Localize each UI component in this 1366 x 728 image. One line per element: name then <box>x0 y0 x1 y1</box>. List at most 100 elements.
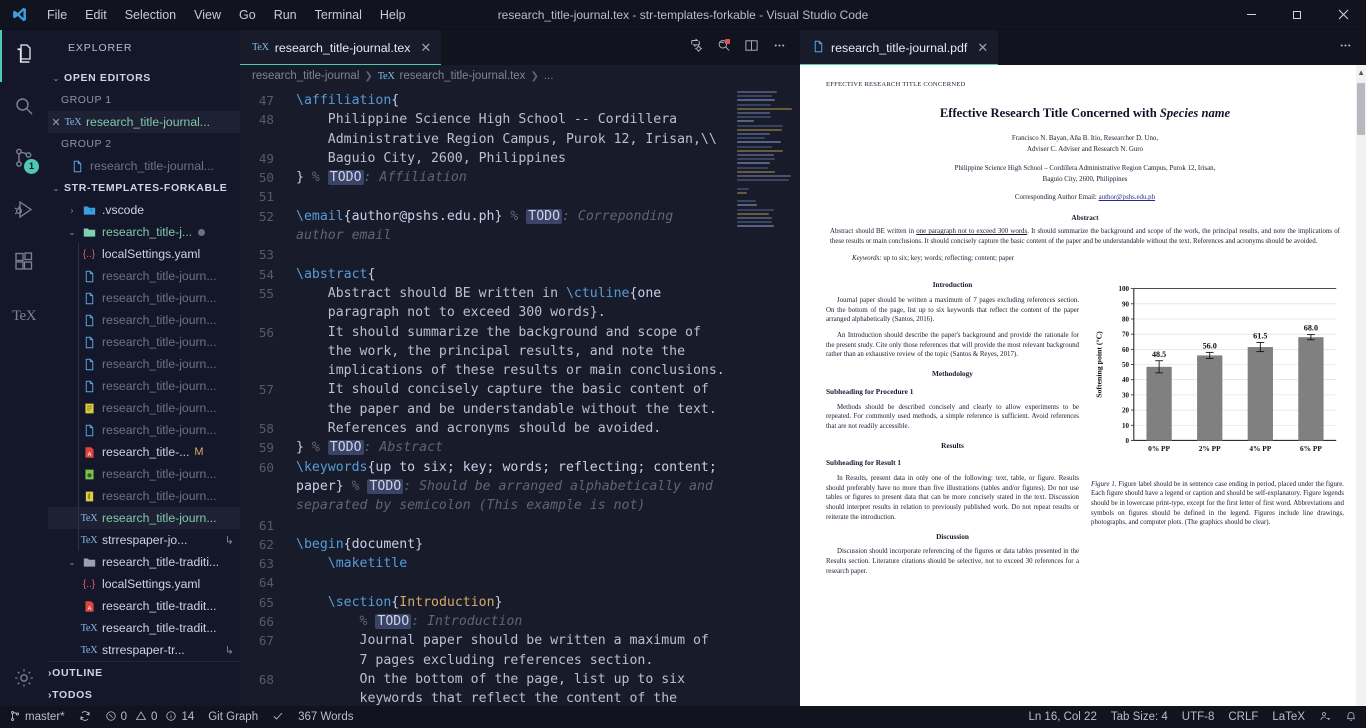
code-line[interactable]: 57 It should concisely capture the basic… <box>240 380 734 399</box>
open-editor-pdf[interactable]: research_title-journal... <box>48 155 240 177</box>
code-line[interactable]: implications of these results or main co… <box>240 361 734 380</box>
list-item[interactable]: research_title-journ... <box>48 353 240 375</box>
list-item[interactable]: research_title-journ... <box>48 375 240 397</box>
line-text[interactable]: Journal paper should be written a maximu… <box>292 631 734 650</box>
list-item[interactable]: TeX research_title-tradit... <box>48 617 240 639</box>
section-todos[interactable]: › TODOS <box>48 684 240 706</box>
code-line[interactable]: 62 \begin{document} <box>240 535 734 554</box>
status-notifications[interactable] <box>1338 706 1364 728</box>
breadcrumb-file[interactable]: research_title-journal.tex <box>400 70 526 82</box>
status-encoding[interactable]: UTF-8 <box>1175 706 1222 728</box>
line-text[interactable]: } % TODO: Affiliation <box>292 168 734 187</box>
window-controls[interactable] <box>1228 0 1366 30</box>
line-text[interactable]: On the bottom of the page, list up to si… <box>292 670 734 689</box>
list-item[interactable]: research_title-journ... <box>48 331 240 353</box>
tab-research-title-journal-pdf[interactable]: research_title-journal.pdf ✕ <box>800 30 999 65</box>
code-line[interactable]: 56 It should summarize the background an… <box>240 323 734 342</box>
line-text[interactable]: separated by semicolon (This example is … <box>292 496 734 515</box>
line-text[interactable]: paper} % TODO: Should be arranged alphab… <box>292 477 734 496</box>
pdf-more-actions-button[interactable] <box>1332 30 1358 65</box>
code-line[interactable]: 59} % TODO: Abstract <box>240 438 734 457</box>
line-text[interactable]: the paper and be understandable without … <box>292 400 734 419</box>
status-eol[interactable]: CRLF <box>1221 706 1265 728</box>
menu-file[interactable]: File <box>38 4 76 26</box>
menu-bar[interactable]: File Edit Selection View Go Run Terminal… <box>38 4 415 26</box>
status-cursor-position[interactable]: Ln 16, Col 22 <box>1021 706 1103 728</box>
line-text[interactable]: It should concisely capture the basic co… <box>292 380 734 399</box>
status-problems[interactable]: 0 0 14 <box>98 706 202 728</box>
list-item[interactable]: research_title-journ... <box>48 485 240 507</box>
line-text[interactable]: \keywords{up to six; key; words; reflect… <box>292 458 734 477</box>
menu-help[interactable]: Help <box>371 4 415 26</box>
section-workspace[interactable]: ⌄ STR-TEMPLATES-FORKABLE <box>48 177 240 199</box>
menu-go[interactable]: Go <box>230 4 265 26</box>
code-line[interactable]: 54 \abstract{ <box>240 265 734 284</box>
line-text[interactable]: References and acronyms should be avoide… <box>292 419 734 438</box>
breadcrumb[interactable]: research_title-journal ❯ TeX research_ti… <box>240 65 800 87</box>
minimize-button[interactable] <box>1228 0 1274 30</box>
status-git-graph[interactable]: Git Graph <box>201 706 265 728</box>
code-line[interactable]: 51 <box>240 187 734 206</box>
code-line[interactable]: 52 \email{author@pshs.edu.ph} % TODO: Cor… <box>240 207 734 226</box>
open-editor-tex[interactable]: ✕ TeX research_title-journal... <box>48 111 240 133</box>
minimap[interactable] <box>734 87 800 706</box>
tree-item-research-journal-folder[interactable]: ⌄ research_title-j... <box>48 221 240 243</box>
pdf-viewer[interactable]: EFFECTIVE RESEARCH TITLE CONCERNED Effec… <box>800 65 1366 706</box>
list-item[interactable]: research_title-journ... <box>48 397 240 419</box>
code-line[interactable]: paper} % TODO: Should be arranged alphab… <box>240 477 734 496</box>
list-item[interactable]: {..} localSettings.yaml <box>48 573 240 595</box>
code-line[interactable]: 7 pages excluding references section. <box>240 651 734 670</box>
line-text[interactable]: \email{author@pshs.edu.ph} % TODO: Corre… <box>292 207 734 226</box>
line-text[interactable]: paragraph not to exceed 300 words}. <box>292 303 734 322</box>
code-line[interactable]: 64 <box>240 573 734 592</box>
line-text[interactable] <box>292 187 734 206</box>
code-scroll-region[interactable]: 47 \affiliation{48 Philippine Science Hig… <box>240 87 734 706</box>
status-check[interactable] <box>265 706 291 728</box>
status-branch[interactable]: master* <box>2 706 72 728</box>
build-latex-project-button[interactable] <box>682 30 708 65</box>
tab-research-title-journal-tex[interactable]: TeX research_title-journal.tex ✕ <box>240 30 442 65</box>
code-line[interactable]: 66 % TODO: Introduction <box>240 612 734 631</box>
code-line[interactable]: 55 Abstract should BE written in \ctulin… <box>240 284 734 303</box>
activity-latex[interactable]: TeX <box>0 290 48 342</box>
activity-explorer[interactable] <box>0 30 48 82</box>
activity-search[interactable] <box>0 82 48 134</box>
close-icon[interactable]: ✕ <box>48 116 64 129</box>
code-line[interactable]: 58 References and acronyms should be avo… <box>240 419 734 438</box>
activity-source-control[interactable]: 1 <box>0 134 48 186</box>
email-link[interactable]: author@pshs.edu.ph <box>1099 194 1156 201</box>
line-text[interactable]: \begin{document} <box>292 535 734 554</box>
breadcrumb-more[interactable]: ... <box>544 70 554 82</box>
menu-terminal[interactable]: Terminal <box>306 4 371 26</box>
code-line[interactable]: Administrative Region Campus, Purok 12, … <box>240 130 734 149</box>
line-text[interactable]: Baguio City, 2600, Philippines <box>292 149 734 168</box>
code-line[interactable]: 50} % TODO: Affiliation <box>240 168 734 187</box>
code-line[interactable]: the paper and be understandable without … <box>240 400 734 419</box>
list-item-pdf[interactable]: A research_title-... M <box>48 441 240 463</box>
pdf-scroll-thumb[interactable] <box>1357 83 1365 135</box>
line-text[interactable]: \maketitle <box>292 554 734 573</box>
code-editor[interactable]: 47 \affiliation{48 Philippine Science Hig… <box>240 87 800 706</box>
code-line[interactable]: 65 \section{Introduction} <box>240 593 734 612</box>
activity-settings[interactable] <box>0 654 48 706</box>
line-text[interactable]: the work, the principal results, and not… <box>292 342 734 361</box>
line-text[interactable]: author email <box>292 226 734 245</box>
line-text[interactable]: keywords that reflect the content of the <box>292 689 734 706</box>
list-item[interactable]: research_title-journ... <box>48 265 240 287</box>
code-line[interactable]: the work, the principal results, and not… <box>240 342 734 361</box>
code-line[interactable]: 60 \keywords{up to six; key; words; refle… <box>240 458 734 477</box>
status-sync[interactable] <box>72 706 98 728</box>
list-item[interactable]: TeX strrespaper-tr... ↳ <box>48 639 240 661</box>
code-line[interactable]: separated by semicolon (This example is … <box>240 496 734 515</box>
list-item[interactable]: research_title-journ... <box>48 287 240 309</box>
code-line[interactable]: 61 <box>240 516 734 535</box>
list-item[interactable]: research_title-journ... <box>48 463 240 485</box>
status-tab-size[interactable]: Tab Size: 4 <box>1104 706 1175 728</box>
line-text[interactable] <box>292 573 734 592</box>
split-editor-button[interactable] <box>738 30 764 65</box>
code-line[interactable]: 53 <box>240 245 734 264</box>
line-text[interactable]: implications of these results or main co… <box>292 361 734 380</box>
line-text[interactable] <box>292 516 734 535</box>
code-line[interactable]: author email <box>240 226 734 245</box>
line-text[interactable]: \affiliation{ <box>292 91 734 110</box>
